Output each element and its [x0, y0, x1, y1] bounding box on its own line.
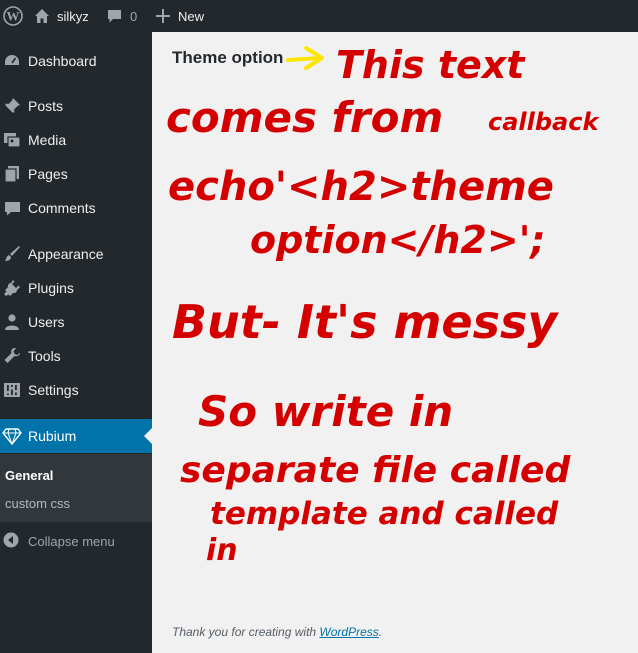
footer-text: Thank you for creating with: [172, 625, 320, 639]
plus-icon: [156, 9, 170, 23]
admin-bar: W silkyz 0 New: [0, 0, 638, 32]
sidebar-item-label: Rubium: [28, 428, 77, 444]
comment-bubble-icon: [107, 9, 122, 24]
plug-icon: [2, 278, 22, 298]
sidebar-item-dashboard[interactable]: Dashboard: [0, 44, 152, 78]
diamond-icon: [2, 426, 22, 446]
sidebar-item-rubium[interactable]: Rubium: [0, 419, 152, 453]
sidebar-item-media[interactable]: Media: [0, 123, 152, 157]
collapse-menu-button[interactable]: Collapse menu: [0, 528, 152, 554]
site-name-label: silkyz: [57, 8, 89, 24]
new-content-button[interactable]: New: [156, 0, 204, 32]
sidebar-item-label: Users: [28, 314, 65, 330]
pages-icon: [2, 164, 22, 184]
sidebar-item-label: Appearance: [28, 246, 104, 262]
sidebar-item-label: Media: [28, 132, 67, 148]
comments-count: 0: [130, 8, 138, 24]
sidebar-item-appearance[interactable]: Appearance: [0, 237, 152, 271]
sidebar-item-pages[interactable]: Pages: [0, 157, 152, 191]
page-title: Theme option: [172, 48, 284, 67]
site-name-link[interactable]: silkyz: [34, 0, 89, 32]
submenu-item-general[interactable]: General: [5, 468, 53, 483]
collapse-arrow-icon: [3, 532, 19, 551]
settings-sliders-icon: [2, 380, 22, 400]
sidebar-item-label: Settings: [28, 382, 79, 398]
sidebar-item-plugins[interactable]: Plugins: [0, 271, 152, 305]
sidebar-item-settings[interactable]: Settings: [0, 373, 152, 407]
sidebar-item-label: Plugins: [28, 280, 74, 296]
media-icon: [2, 130, 22, 150]
sidebar-item-posts[interactable]: Posts: [0, 89, 152, 123]
comment-bubble-icon: [2, 198, 22, 218]
rubium-submenu: General custom css: [0, 454, 152, 522]
submenu-item-custom-css[interactable]: custom css: [5, 496, 70, 511]
user-icon: [2, 312, 22, 332]
dashboard-gauge-icon: [2, 51, 22, 71]
footer-credit: Thank you for creating with WordPress.: [172, 625, 382, 639]
footer-period: .: [378, 625, 383, 639]
svg-text:W: W: [7, 9, 20, 24]
sidebar-item-label: Dashboard: [28, 53, 97, 69]
main-content: Theme option Thank you for creating with…: [152, 32, 638, 653]
sidebar-item-label: Comments: [28, 200, 96, 216]
pushpin-icon: [2, 96, 22, 116]
wordpress-logo-icon[interactable]: W: [0, 0, 26, 32]
comments-link[interactable]: 0: [107, 0, 137, 32]
sidebar-item-label: Pages: [28, 166, 68, 182]
sidebar-item-comments[interactable]: Comments: [0, 191, 152, 225]
sidebar-item-label: Posts: [28, 98, 64, 114]
home-icon: [34, 8, 50, 24]
paintbrush-icon: [2, 244, 22, 264]
new-label: New: [178, 8, 205, 24]
wordpress-link[interactable]: WordPress: [319, 625, 378, 639]
collapse-menu-label: Collapse menu: [28, 533, 115, 549]
wrench-icon: [2, 346, 22, 366]
sidebar-item-label: Tools: [28, 348, 61, 364]
sidebar-item-users[interactable]: Users: [0, 305, 152, 339]
sidebar-item-tools[interactable]: Tools: [0, 339, 152, 373]
